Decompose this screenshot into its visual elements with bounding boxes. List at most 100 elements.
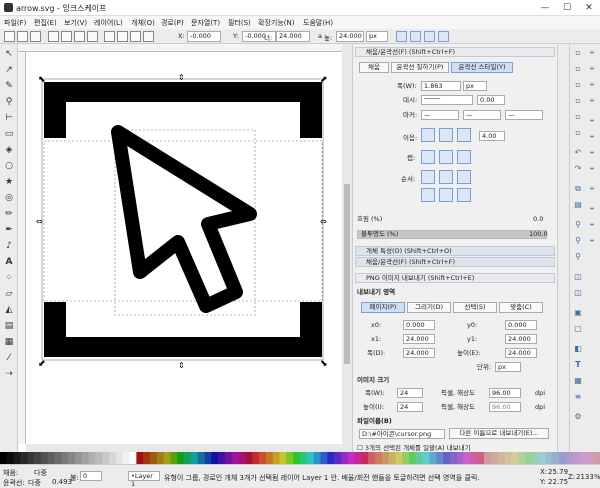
palette-swatch[interactable]: [115, 452, 124, 464]
palette-swatch[interactable]: [293, 452, 301, 464]
text-tool-icon[interactable]: A: [3, 256, 15, 268]
raise-icon[interactable]: [117, 31, 128, 42]
zoom-selection-icon[interactable]: ⚲: [573, 220, 583, 230]
fill-value[interactable]: 다중: [34, 468, 47, 478]
zoom-drawing-icon[interactable]: ⚲: [573, 236, 583, 246]
paste-icon[interactable]: ▤: [573, 200, 583, 210]
menu-path[interactable]: 경로(P): [161, 18, 184, 28]
palette-swatch[interactable]: [211, 452, 219, 464]
menu-help[interactable]: 도움말(H): [303, 18, 333, 28]
palette-swatch[interactable]: [197, 452, 205, 464]
raise-to-top-icon[interactable]: [104, 31, 115, 42]
palette-swatch[interactable]: [272, 452, 280, 464]
clone-icon[interactable]: ◫: [573, 288, 583, 298]
palette-swatches[interactable]: [0, 452, 600, 464]
y0-input[interactable]: 0.000: [505, 320, 537, 330]
minimize-button[interactable]: —: [534, 0, 556, 16]
palette-swatch[interactable]: [490, 452, 499, 464]
fill-stroke-header[interactable]: 채움/윤곽선(F) (Shift+Ctrl+F): [355, 47, 555, 57]
palette-swatch[interactable]: [265, 452, 274, 464]
palette-swatch[interactable]: [13, 452, 21, 464]
star-tool-icon[interactable]: ★: [3, 176, 15, 188]
bucket-tool-icon[interactable]: ◭: [3, 304, 15, 316]
menu-extensions[interactable]: 확장기능(N): [258, 18, 294, 28]
image-width-input[interactable]: 24: [397, 388, 423, 398]
stroke-width-input[interactable]: 1.863: [421, 81, 461, 91]
order-stroke-fill-icon[interactable]: [439, 170, 453, 184]
menu-edit[interactable]: 편집(E): [34, 18, 57, 28]
palette-swatch[interactable]: [402, 452, 410, 464]
image-height-input[interactable]: 24: [397, 402, 423, 412]
unit-select[interactable]: px: [366, 31, 388, 42]
x0-input[interactable]: 0.000: [403, 320, 435, 330]
palette-swatch[interactable]: [518, 452, 526, 464]
order-normal-icon[interactable]: [421, 170, 435, 184]
palette-swatch[interactable]: [313, 452, 321, 464]
blur-value[interactable]: 0.0: [533, 214, 543, 224]
snap-bbox-edges-icon[interactable]: ⌖: [587, 80, 597, 90]
connector-tool-icon[interactable]: ⇢: [3, 368, 15, 380]
node-tool-icon[interactable]: ↗: [3, 64, 15, 76]
lock-icon[interactable]: a: [318, 32, 322, 40]
export-as-button[interactable]: 다른 이름으로 내보내기(E)...: [449, 428, 549, 439]
join-round-icon[interactable]: [439, 128, 453, 142]
rotate-cw-icon[interactable]: [61, 31, 72, 42]
gradient-tool-icon[interactable]: ▤: [3, 320, 15, 332]
cap-square-icon[interactable]: [457, 150, 471, 164]
palette-swatch[interactable]: [422, 452, 430, 464]
scale-corners-icon[interactable]: [410, 31, 421, 42]
xml-editor-icon[interactable]: ▦: [573, 376, 583, 386]
palette-swatch[interactable]: [538, 452, 546, 464]
dash-pattern-select[interactable]: ⎯⎯⎯⎯⎯: [421, 95, 473, 105]
rectangle-tool-icon[interactable]: ▭: [3, 128, 15, 140]
palette-swatch[interactable]: [75, 452, 83, 464]
tab-stroke-style[interactable]: 윤곽선 스타일(Y): [451, 62, 513, 73]
horizontal-ruler[interactable]: [18, 44, 342, 52]
flip-horizontal-icon[interactable]: [74, 31, 85, 42]
palette-swatch[interactable]: [170, 452, 178, 464]
palette-swatch[interactable]: [27, 452, 35, 464]
dropper-tool-icon[interactable]: ⁄: [3, 352, 15, 364]
palette-swatch[interactable]: [375, 452, 383, 464]
dpi-x-input[interactable]: 96.00: [489, 388, 521, 398]
palette-swatch[interactable]: [409, 452, 417, 464]
tweak-tool-icon[interactable]: ✎: [3, 80, 15, 92]
palette-swatch[interactable]: [225, 452, 233, 464]
palette-swatch[interactable]: [450, 452, 458, 464]
scale-pattern-icon[interactable]: [438, 31, 449, 42]
opacity-status-input[interactable]: 0: [80, 471, 102, 481]
export-unit-select[interactable]: px: [495, 362, 521, 372]
snap-cusp-icon[interactable]: ⌖: [587, 164, 597, 174]
palette-swatch[interactable]: [259, 452, 267, 464]
palette-swatch[interactable]: [136, 452, 144, 464]
filename-input[interactable]: D:\#아이콘\cursor.png: [359, 429, 445, 439]
palette-swatch[interactable]: [477, 452, 485, 464]
palette-swatch[interactable]: [531, 452, 539, 464]
close-button[interactable]: ✕: [578, 0, 600, 16]
miter-limit-input[interactable]: 4.00: [479, 131, 505, 141]
palette-swatch[interactable]: [593, 452, 600, 464]
export-height-input[interactable]: 24.000: [505, 348, 537, 358]
palette-swatch[interactable]: [34, 452, 42, 464]
palette-swatch[interactable]: [279, 452, 287, 464]
selector-tool-icon[interactable]: ↖: [3, 48, 15, 60]
menu-layer[interactable]: 레이어(L): [94, 18, 123, 28]
menu-text[interactable]: 문자열(T): [191, 18, 220, 28]
snap-bbox-icon[interactable]: ⌖: [587, 64, 597, 74]
spray-tool-icon[interactable]: ⁘: [3, 272, 15, 284]
palette-swatch[interactable]: [184, 452, 192, 464]
png-export-header[interactable]: PNG 이미지 내보내기 (Shift+Ctrl+E): [355, 273, 555, 283]
palette-swatch[interactable]: [68, 452, 76, 464]
horizontal-scrollbar[interactable]: [26, 444, 342, 452]
scale-gradient-icon[interactable]: [424, 31, 435, 42]
undo-icon[interactable]: ↶: [573, 148, 583, 158]
palette-swatch[interactable]: [415, 452, 424, 464]
palette-swatch[interactable]: [40, 452, 49, 464]
vertical-ruler[interactable]: [18, 52, 26, 444]
palette-swatch[interactable]: [388, 452, 396, 464]
palette-swatch[interactable]: [306, 452, 314, 464]
palette-swatch[interactable]: [361, 452, 369, 464]
snap-toggle-icon[interactable]: ⌖: [587, 48, 597, 58]
palette-swatch[interactable]: [0, 452, 8, 464]
snap-nodes-icon[interactable]: ⌖: [587, 116, 597, 126]
